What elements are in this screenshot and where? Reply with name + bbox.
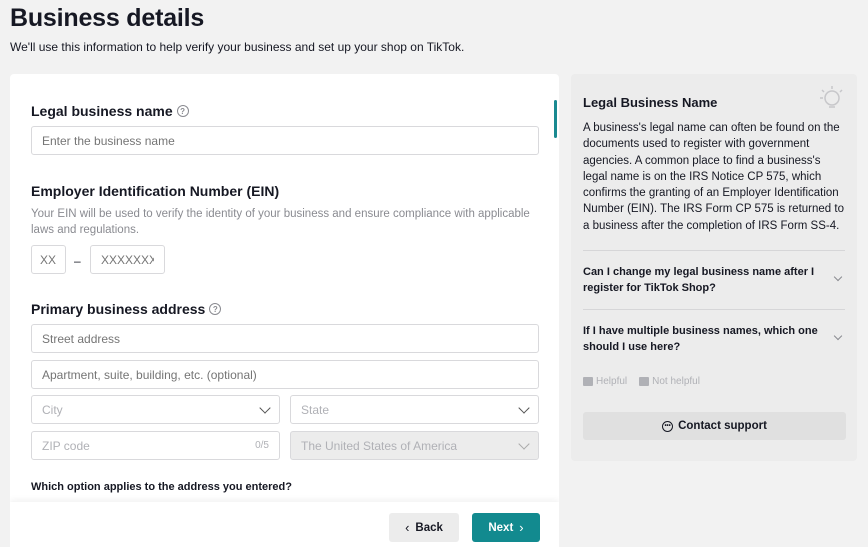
chevron-left-icon: ‹ — [405, 520, 410, 535]
not-helpful-label: Not helpful — [652, 376, 700, 387]
help-icon[interactable]: ? — [176, 105, 189, 117]
ein-prefix-input[interactable] — [31, 245, 66, 274]
address-label: Primary business address ? — [31, 301, 222, 317]
legal-name-label-text: Legal business name — [31, 103, 173, 119]
faq-item-change-name[interactable]: Can I change my legal business name afte… — [583, 264, 845, 296]
ein-label-text: Employer Identification Number (EIN) — [31, 183, 280, 199]
divider — [583, 250, 845, 251]
feedback-row: Helpful Not helpful — [583, 376, 700, 387]
faq-item-multiple-names[interactable]: If I have multiple business names, which… — [583, 323, 845, 355]
business-details-form: Legal business name ? Employer Identific… — [10, 74, 559, 547]
contact-support-button[interactable]: ••• Contact support — [583, 412, 846, 440]
ein-suffix-input[interactable] — [90, 245, 165, 274]
scrollbar-thumb[interactable] — [554, 100, 557, 138]
chat-icon: ••• — [662, 420, 674, 432]
thumbs-down-icon — [639, 377, 650, 386]
city-select-value: City — [42, 402, 63, 417]
chevron-down-icon — [259, 402, 271, 414]
helpful-button[interactable]: Helpful — [583, 376, 627, 387]
legal-name-label: Legal business name ? — [31, 103, 189, 119]
faq-question: Can I change my legal business name afte… — [583, 266, 815, 294]
country-select-value: The United States of America — [301, 438, 458, 453]
next-button[interactable]: Next › — [472, 513, 540, 542]
address-label-text: Primary business address — [31, 301, 206, 317]
not-helpful-button[interactable]: Not helpful — [639, 376, 700, 387]
thumbs-up-icon — [583, 377, 593, 386]
faq-question: If I have multiple business names, which… — [583, 325, 818, 353]
lightbulb-icon — [820, 86, 843, 108]
state-select-value: State — [301, 402, 330, 417]
chevron-down-icon — [833, 272, 843, 282]
help-panel-title: Legal Business Name — [583, 95, 718, 110]
help-panel: Legal Business Name A business's legal n… — [571, 74, 857, 461]
next-button-label: Next — [488, 521, 514, 534]
ein-label: Employer Identification Number (EIN) — [31, 183, 279, 199]
divider — [583, 309, 845, 310]
street-address-input[interactable] — [31, 324, 539, 353]
help-panel-body: A business's legal name can often be fou… — [583, 122, 844, 232]
chevron-right-icon: › — [519, 520, 524, 535]
chevron-down-icon — [518, 438, 530, 450]
ein-separator: – — [74, 254, 81, 268]
chevron-down-icon — [518, 402, 530, 414]
contact-support-label: Contact support — [678, 420, 767, 432]
apartment-input[interactable] — [31, 360, 539, 389]
zip-code-placeholder: ZIP code — [42, 438, 90, 453]
form-footer: ‹ Back Next › — [10, 502, 559, 547]
back-button-label: Back — [415, 521, 443, 534]
back-button[interactable]: ‹ Back — [389, 513, 459, 542]
help-icon[interactable]: ? — [209, 303, 222, 315]
page-title: Business details — [10, 4, 205, 32]
helpful-label: Helpful — [596, 376, 628, 387]
country-select: The United States of America — [290, 431, 539, 460]
legal-name-input[interactable] — [31, 126, 539, 155]
chevron-down-icon — [833, 331, 843, 341]
ein-help-text: Your EIN will be used to verify the iden… — [31, 208, 530, 236]
state-select[interactable]: State — [290, 395, 539, 424]
page-subtitle: We'll use this information to help verif… — [10, 40, 465, 54]
zip-code-input[interactable]: ZIP code 0/5 — [31, 431, 280, 460]
city-select[interactable]: City — [31, 395, 280, 424]
address-option-question: Which option applies to the address you … — [31, 481, 292, 493]
zip-char-counter: 0/5 — [255, 440, 269, 451]
